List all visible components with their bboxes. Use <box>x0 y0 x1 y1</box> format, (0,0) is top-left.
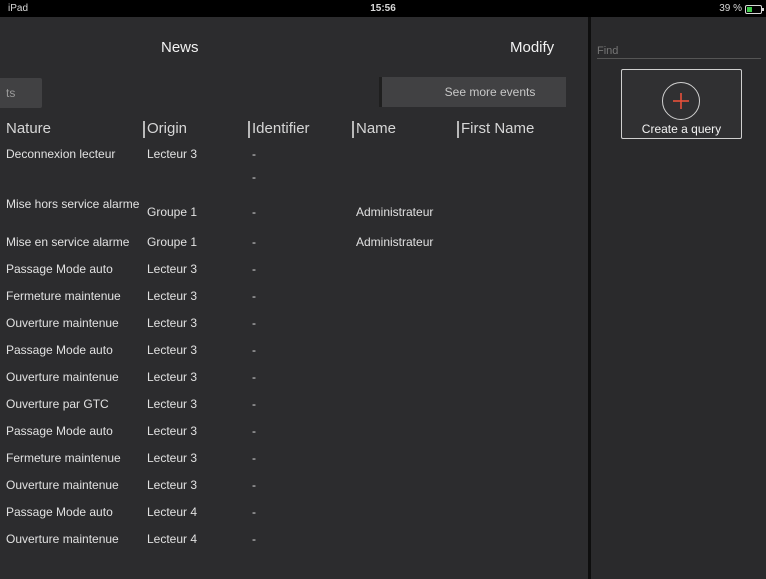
cell-identifier: - <box>252 370 256 384</box>
cell-nature: Passage Mode auto <box>6 343 113 357</box>
query-sidebar: Create a query <box>591 17 766 579</box>
table-row[interactable]: Ouverture maintenue Lecteur 3 - <box>0 370 588 400</box>
create-query-label: Create a query <box>641 122 722 136</box>
table-row[interactable]: Fermeture maintenue Lecteur 3 - <box>0 289 588 319</box>
battery-percent: 39 % <box>719 3 742 14</box>
cell-name: Administrateur <box>356 205 434 219</box>
cell-identifier: - <box>252 478 256 492</box>
table-row[interactable]: Mise en service alarme Groupe 1 - Administr… <box>0 235 588 265</box>
cell-identifier: - <box>252 397 256 411</box>
cell-identifier: - <box>252 505 256 519</box>
cell-origin: Lecteur 4 <box>147 532 198 546</box>
events-button[interactable]: ts <box>0 78 42 108</box>
table-row[interactable]: Ouverture maintenue Lecteur 4 - <box>0 532 588 562</box>
cell-nature: Passage Mode auto <box>6 262 113 276</box>
cell-origin: Lecteur 3 <box>147 451 198 465</box>
cell-origin: Lecteur 3 <box>147 370 198 384</box>
table-row[interactable]: Passage Mode auto Lecteur 3 - <box>0 424 588 454</box>
cell-origin: Groupe 1 <box>147 235 198 249</box>
cell-identifier: - <box>252 205 256 219</box>
column-header-name[interactable]: Name <box>352 120 397 140</box>
cell-nature: Ouverture maintenue <box>6 478 119 492</box>
page-title: News <box>161 39 199 56</box>
table-row[interactable]: Fermeture maintenue Lecteur 3 - <box>0 451 588 481</box>
cell-origin: Lecteur 3 <box>147 147 198 161</box>
cell-nature: Passage Mode auto <box>6 424 113 438</box>
cell-identifier: - <box>252 170 256 184</box>
cell-nature: Mise hors service alarme <box>6 197 140 211</box>
cell-origin: Lecteur 3 <box>147 262 198 276</box>
cell-nature: Ouverture maintenue <box>6 370 119 384</box>
create-query-card[interactable]: Create a query <box>621 69 742 139</box>
table-row[interactable]: Mise hors service alarme Groupe 1 - Adminis… <box>0 197 588 227</box>
cell-identifier: - <box>252 235 256 249</box>
column-header-label: Nature <box>6 120 52 137</box>
column-header-label: Origin <box>147 120 188 137</box>
cell-origin: Lecteur 4 <box>147 505 198 519</box>
column-header-identifier[interactable]: Identifier <box>248 120 310 140</box>
column-resize-handle[interactable] <box>248 121 250 138</box>
cell-nature: Ouverture maintenue <box>6 316 119 330</box>
column-header-origin[interactable]: Origin <box>143 120 188 140</box>
column-header-nature[interactable]: Nature <box>6 120 51 140</box>
cell-identifier: - <box>252 343 256 357</box>
cell-identifier: - <box>252 289 256 303</box>
table-row[interactable]: Ouverture maintenue Lecteur 3 - <box>0 478 588 508</box>
cell-nature: Fermeture maintenue <box>6 289 121 303</box>
table-row[interactable]: Ouverture par GTC Lecteur 3 - <box>0 397 588 427</box>
cell-identifier: - <box>252 147 256 161</box>
column-header-label: Name <box>356 120 397 137</box>
cell-origin: Lecteur 3 <box>147 424 198 438</box>
cell-nature: Ouverture par GTC <box>6 397 109 411</box>
column-resize-handle[interactable] <box>457 121 459 138</box>
battery-icon <box>745 5 764 14</box>
news-panel: News Modify ts See more events Nature Or… <box>0 17 588 579</box>
cell-identifier: - <box>252 424 256 438</box>
battery-tip <box>762 8 764 11</box>
table-row[interactable]: Passage Mode auto Lecteur 3 - <box>0 262 588 292</box>
column-resize-handle[interactable] <box>143 121 145 138</box>
find-input[interactable] <box>597 43 761 59</box>
cell-nature: Passage Mode auto <box>6 505 113 519</box>
column-header-first-name[interactable]: First Name <box>457 120 535 140</box>
cell-identifier: - <box>252 532 256 546</box>
table-row[interactable]: Passage Mode auto Lecteur 4 - <box>0 505 588 535</box>
cell-nature: Fermeture maintenue <box>6 451 121 465</box>
cell-identifier: - <box>252 451 256 465</box>
cell-origin: Groupe 1 <box>147 205 198 219</box>
column-header-label: First Name <box>461 120 535 137</box>
column-header-label: Identifier <box>252 120 310 137</box>
cell-origin: Lecteur 3 <box>147 316 198 330</box>
cell-nature: Ouverture maintenue <box>6 532 119 546</box>
cell-origin: Lecteur 3 <box>147 289 198 303</box>
table-row[interactable]: Passage Mode auto Lecteur 3 - <box>0 343 588 373</box>
clock: 15:56 <box>370 3 396 14</box>
battery-fill <box>747 7 752 12</box>
cell-identifier: - <box>252 316 256 330</box>
status-bar: iPad 15:56 39 % <box>0 0 766 17</box>
column-resize-handle[interactable] <box>352 121 354 138</box>
cell-name: Administrateur <box>356 235 434 249</box>
see-more-events-button[interactable]: See more events <box>379 77 566 107</box>
cell-origin: Lecteur 3 <box>147 343 198 357</box>
plus-circle-icon <box>662 82 700 120</box>
cell-nature: Deconnexion lecteur <box>6 147 116 161</box>
table-row[interactable]: - <box>0 170 588 200</box>
cell-origin: Lecteur 3 <box>147 397 198 411</box>
table-row[interactable]: Ouverture maintenue Lecteur 3 - <box>0 316 588 346</box>
cell-origin: Lecteur 3 <box>147 478 198 492</box>
cell-nature: Mise en service alarme <box>6 235 130 249</box>
modify-button[interactable]: Modify <box>510 39 554 56</box>
cell-identifier: - <box>252 262 256 276</box>
